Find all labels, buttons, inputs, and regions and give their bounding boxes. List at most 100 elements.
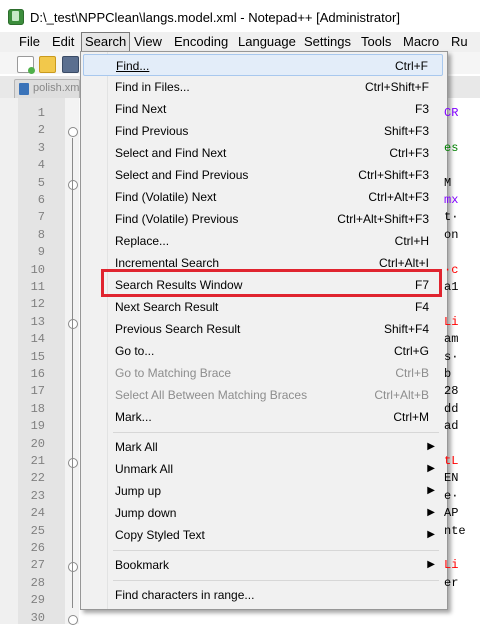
line-number: 14 xyxy=(30,332,45,347)
menu-item-shortcut: Shift+F3 xyxy=(383,124,429,138)
menu-item-shortcut: Ctrl+Shift+F xyxy=(364,80,429,94)
menu-edit[interactable]: Edit xyxy=(49,34,77,50)
menu-item-label: Mark... xyxy=(115,410,152,424)
menu-item-select-find-previous[interactable]: Select and Find Previous Ctrl+Shift+F3 xyxy=(83,164,443,186)
line-number: 5 xyxy=(37,175,45,190)
open-file-icon[interactable] xyxy=(39,56,56,73)
code-fragment: Li xyxy=(444,558,459,573)
menu-item-jump-down[interactable]: Jump down ▶ xyxy=(83,502,443,524)
tab-polish-xml[interactable]: polish.xml xyxy=(14,79,82,98)
code-fragment: AP xyxy=(444,506,459,521)
search-menu-dropdown: Find... Ctrl+F Find in Files... Ctrl+Shi… xyxy=(80,51,448,610)
line-number: 2 xyxy=(37,123,45,138)
code-fragment: nte xyxy=(444,523,466,538)
menu-item-label: Find in Files... xyxy=(115,80,190,94)
menu-item-shortcut: Ctrl+Alt+F3 xyxy=(368,190,429,204)
menu-tools[interactable]: Tools xyxy=(358,34,394,50)
line-number: 15 xyxy=(30,349,45,364)
menu-item-copy-styled-text[interactable]: Copy Styled Text ▶ xyxy=(83,524,443,546)
menu-item-next-search-result[interactable]: Next Search Result F4 xyxy=(83,296,443,318)
line-number: 17 xyxy=(30,384,45,399)
menu-item-shortcut: Ctrl+Alt+B xyxy=(374,388,429,402)
code-fragment: M xyxy=(444,175,452,190)
menu-item-jump-up[interactable]: Jump up ▶ xyxy=(83,480,443,502)
code-fragment: on xyxy=(444,227,459,242)
code-fragment: t· xyxy=(444,210,459,225)
code-fragment: CR xyxy=(444,106,459,120)
menu-item-label: Jump up xyxy=(115,484,162,498)
line-number: 19 xyxy=(30,419,45,434)
menu-file[interactable]: File xyxy=(16,34,43,50)
menu-item-find-volatile-next[interactable]: Find (Volatile) Next Ctrl+Alt+F3 xyxy=(83,186,443,208)
line-number: 3 xyxy=(37,140,45,155)
menu-settings[interactable]: Settings xyxy=(301,34,354,50)
line-number: 26 xyxy=(30,541,45,555)
menu-item-shortcut: Ctrl+F xyxy=(395,59,428,73)
fold-marker-icon[interactable] xyxy=(68,318,78,329)
menu-macro[interactable]: Macro xyxy=(400,34,442,50)
menu-item-previous-search-result[interactable]: Previous Search Result Shift+F4 xyxy=(83,318,443,340)
menu-item-shortcut: F3 xyxy=(414,102,429,116)
fold-margin[interactable] xyxy=(65,98,79,625)
line-number: 22 xyxy=(30,471,45,486)
menu-item-label: Unmark All xyxy=(115,462,174,476)
submenu-arrow-icon: ▶ xyxy=(427,441,435,452)
menu-separator xyxy=(113,580,439,581)
line-number: 10 xyxy=(30,262,45,277)
line-number: 25 xyxy=(30,523,45,538)
line-number: 6 xyxy=(37,193,45,207)
code-fragment: er xyxy=(444,575,459,590)
fold-marker-icon[interactable] xyxy=(68,179,78,190)
line-number: 30 xyxy=(30,610,45,625)
fold-marker-icon[interactable] xyxy=(68,562,78,573)
menu-item-go-to[interactable]: Go to... Ctrl+G xyxy=(83,340,443,362)
fold-guide-line xyxy=(72,138,73,608)
menu-encoding[interactable]: Encoding xyxy=(171,34,231,50)
title-bar: D:\_test\NPPClean\langs.model.xml - Note… xyxy=(0,0,480,32)
highlight-annotation xyxy=(101,269,442,297)
menu-item-find-characters-in-range[interactable]: Find characters in range... xyxy=(83,584,443,606)
line-number: 24 xyxy=(30,506,45,521)
window-title: D:\_test\NPPClean\langs.model.xml - Note… xyxy=(30,10,400,25)
code-fragment: ·c xyxy=(444,262,459,277)
menu-item-find[interactable]: Find... Ctrl+F xyxy=(83,54,443,76)
menu-item-find-in-files[interactable]: Find in Files... Ctrl+Shift+F xyxy=(83,76,443,98)
menu-item-label: Previous Search Result xyxy=(115,322,241,336)
line-number: 13 xyxy=(30,314,45,329)
code-fragment: Li xyxy=(444,314,459,329)
menu-item-select-find-next[interactable]: Select and Find Next Ctrl+F3 xyxy=(83,142,443,164)
menu-item-label: Next Search Result xyxy=(115,300,219,314)
code-fragment: mx xyxy=(444,193,459,207)
menu-item-label: Select All Between Matching Braces xyxy=(115,388,308,402)
code-fragment: dd xyxy=(444,401,459,416)
menu-search[interactable]: Search xyxy=(81,32,131,52)
menu-view[interactable]: View xyxy=(131,34,165,50)
menu-item-find-previous[interactable]: Find Previous Shift+F3 xyxy=(83,120,443,142)
fold-marker-icon[interactable] xyxy=(68,614,78,625)
menu-item-find-next[interactable]: Find Next F3 xyxy=(83,98,443,120)
fold-marker-icon[interactable] xyxy=(68,458,78,468)
line-number: 9 xyxy=(37,245,45,260)
menu-item-mark[interactable]: Mark... Ctrl+M xyxy=(83,406,443,428)
menu-item-label: Bookmark xyxy=(115,558,170,572)
menu-item-replace[interactable]: Replace... Ctrl+H xyxy=(83,230,443,252)
line-number: 23 xyxy=(30,488,45,503)
menu-separator xyxy=(113,432,439,433)
menu-language[interactable]: Language xyxy=(235,34,299,50)
menu-item-label: Find (Volatile) Previous xyxy=(115,212,239,226)
menu-item-label: Find Previous xyxy=(115,124,189,138)
submenu-arrow-icon: ▶ xyxy=(427,507,435,518)
menu-separator xyxy=(113,550,439,551)
menu-item-mark-all[interactable]: Mark All ▶ xyxy=(83,436,443,458)
menu-run[interactable]: Ru xyxy=(448,34,471,50)
menu-item-shortcut: Ctrl+F3 xyxy=(389,146,429,160)
submenu-arrow-icon: ▶ xyxy=(427,485,435,496)
fold-marker-icon[interactable] xyxy=(68,127,78,138)
menu-item-find-volatile-previous[interactable]: Find (Volatile) Previous Ctrl+Alt+Shift+… xyxy=(83,208,443,230)
line-number: 28 xyxy=(30,575,45,590)
menu-item-unmark-all[interactable]: Unmark All ▶ xyxy=(83,458,443,480)
new-file-icon[interactable] xyxy=(17,56,35,74)
menu-item-bookmark[interactable]: Bookmark ▶ xyxy=(83,554,443,576)
save-icon[interactable] xyxy=(62,56,79,73)
menu-item-label: Jump down xyxy=(115,506,177,520)
